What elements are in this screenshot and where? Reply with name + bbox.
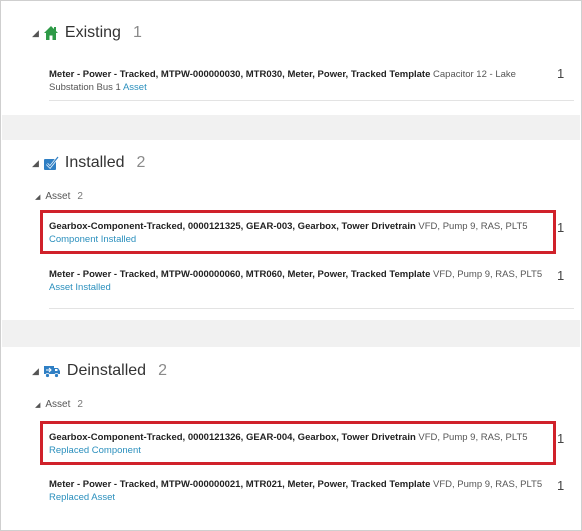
asset-status-link[interactable]: Replaced Component xyxy=(49,445,141,456)
list-item[interactable]: Meter - Power - Tracked, MTPW-000000021,… xyxy=(49,478,549,504)
asset-status-link[interactable]: Asset Installed xyxy=(49,282,111,293)
checked-box-icon xyxy=(43,155,59,171)
asset-name: Gearbox-Component-Tracked, 0000121326, G… xyxy=(49,432,416,443)
asset-name: Meter - Power - Tracked, MTPW-000000030,… xyxy=(49,69,431,80)
existing-section: ◢ Existing 1 Meter - Power - Tracked, MT… xyxy=(2,2,580,115)
list-item[interactable]: Meter - Power - Tracked, MTPW-000000060,… xyxy=(49,268,549,294)
section-separator xyxy=(2,320,580,347)
asset-location: VFD, Pump 9, RAS, PLT5 xyxy=(430,479,543,490)
quantity: 1 xyxy=(557,268,565,283)
collapse-caret-icon[interactable]: ◢ xyxy=(32,28,39,39)
section-title: Deinstalled xyxy=(66,362,147,379)
asset-location: VFD, Pump 9, RAS, PLT5 xyxy=(415,221,528,232)
asset-location: VFD, Pump 9, RAS, PLT5 xyxy=(430,269,543,280)
work-order-asset-panel: ◢ Existing 1 Meter - Power - Tracked, MT… xyxy=(0,0,582,531)
list-item[interactable]: Meter - Power - Tracked, MTPW-000000030,… xyxy=(49,68,549,94)
quantity: 1 xyxy=(557,478,565,493)
quantity: 1 xyxy=(557,66,565,81)
asset-status-link[interactable]: Replaced Asset xyxy=(49,492,115,503)
asset-name: Meter - Power - Tracked, MTPW-000000021,… xyxy=(49,479,431,490)
list-item[interactable]: Gearbox-Component-Tracked, 0000121325, G… xyxy=(49,220,549,246)
list-item[interactable]: Gearbox-Component-Tracked, 0000121326, G… xyxy=(49,431,549,457)
group-label: Asset xyxy=(45,399,71,410)
asset-location: VFD, Pump 9, RAS, PLT5 xyxy=(415,432,528,443)
asset-group-header[interactable]: ◢ Asset 2 xyxy=(35,191,83,202)
deinstalled-section-header[interactable]: ◢ Deinstalled 2 xyxy=(32,362,167,380)
group-count: 2 xyxy=(77,399,83,410)
asset-group-header[interactable]: ◢ Asset 2 xyxy=(35,399,83,410)
collapse-caret-icon[interactable]: ◢ xyxy=(32,366,39,377)
section-title: Installed xyxy=(64,154,125,171)
installed-section-header[interactable]: ◢ Installed 2 xyxy=(32,154,145,172)
section-title: Existing xyxy=(64,24,121,41)
quantity: 1 xyxy=(557,220,565,235)
section-count: 1 xyxy=(132,24,142,41)
asset-name: Gearbox-Component-Tracked, 0000121325, G… xyxy=(49,221,416,232)
asset-name: Meter - Power - Tracked, MTPW-000000060,… xyxy=(49,269,431,280)
quantity: 1 xyxy=(557,431,565,446)
section-separator xyxy=(2,115,580,140)
deinstalled-section: ◢ Deinstalled 2 ◢ Asset 2 Gearbox-Compon… xyxy=(2,347,580,529)
truck-icon xyxy=(43,363,61,379)
asset-status-link[interactable]: Component Installed xyxy=(49,234,136,245)
house-icon xyxy=(43,25,59,41)
asset-status-link[interactable]: Asset xyxy=(123,82,147,93)
section-count: 2 xyxy=(158,362,167,379)
existing-section-header[interactable]: ◢ Existing 1 xyxy=(32,24,142,42)
group-count: 2 xyxy=(77,191,83,202)
collapse-caret-icon[interactable]: ◢ xyxy=(32,158,39,169)
group-label: Asset xyxy=(45,191,71,202)
collapse-caret-icon[interactable]: ◢ xyxy=(35,193,40,201)
collapse-caret-icon[interactable]: ◢ xyxy=(35,401,40,409)
divider xyxy=(49,100,574,101)
divider xyxy=(49,308,574,309)
section-count: 2 xyxy=(136,154,146,171)
installed-section: ◢ Installed 2 ◢ Asset 2 Gearbox-Componen… xyxy=(2,140,580,320)
